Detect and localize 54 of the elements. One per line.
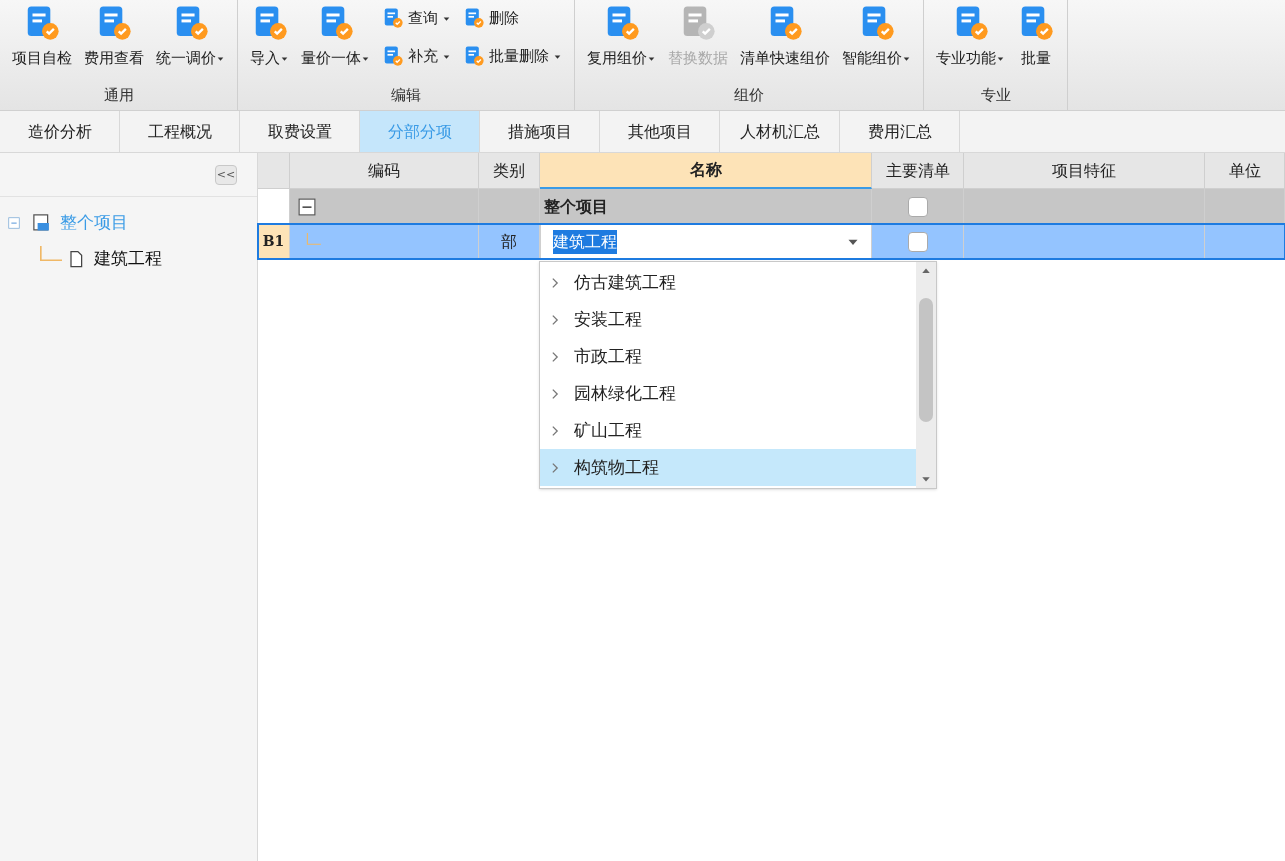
column-header[interactable]: 单位 [1205, 153, 1285, 189]
ribbon-button[interactable]: 项目自检 [8, 0, 76, 70]
ribbon-button[interactable]: 专业功能 [932, 0, 1009, 70]
dropdown-item[interactable]: 构筑物工程 [540, 449, 916, 486]
tab[interactable]: 其他项目 [600, 111, 720, 152]
ribbon-button[interactable]: 批量删除 [463, 42, 562, 70]
dropdown-item[interactable]: 安装工程 [540, 301, 916, 338]
column-header[interactable]: 名称 [540, 153, 872, 189]
ribbon-button[interactable]: 复用组价 [583, 0, 660, 70]
table-cell: 部 [479, 224, 540, 259]
ribbon-button[interactable]: 清单快速组价 [736, 0, 834, 70]
row-header[interactable]: B1 [258, 224, 290, 259]
tab[interactable]: 造价分析 [0, 111, 120, 152]
document-icon [463, 7, 485, 29]
tab[interactable]: 工程概况 [120, 111, 240, 152]
tab[interactable]: 人材机汇总 [720, 111, 840, 152]
document-icon [463, 45, 485, 67]
ribbon-button[interactable]: 批量 [1013, 0, 1059, 70]
ribbon-button[interactable]: 查询 [382, 4, 451, 32]
dropdown-item[interactable]: 仿古建筑工程 [540, 264, 916, 301]
ribbon-button[interactable]: 费用查看 [80, 0, 148, 70]
table-cell: 整个项目 [540, 189, 872, 224]
scrollbar[interactable] [916, 262, 936, 488]
group-label: 专业 [979, 84, 1012, 106]
collapse-icon [298, 197, 316, 216]
scroll-down-icon [920, 474, 932, 484]
project-icon [32, 213, 52, 233]
dropdown-item[interactable]: 矿山工程 [540, 412, 916, 449]
scroll-up-icon [920, 266, 932, 276]
ribbon-button[interactable]: 导入 [246, 0, 293, 70]
collapse-button[interactable]: << [215, 164, 237, 185]
name-combo-field[interactable]: 建筑工程 [540, 224, 872, 259]
checkbox[interactable] [907, 231, 928, 252]
column-header[interactable]: 编码 [290, 153, 479, 189]
document-icon [382, 45, 404, 67]
column-header[interactable]: 类别 [479, 153, 540, 189]
dropdown-item[interactable]: 园林绿化工程 [540, 375, 916, 412]
document-icon [382, 7, 404, 29]
group-label: 通用 [102, 84, 135, 106]
ribbon-button[interactable]: 量价一体 [297, 0, 374, 70]
group-label: 编辑 [390, 84, 422, 106]
checkbox[interactable] [907, 196, 928, 217]
dropdown-item[interactable]: 市政工程 [540, 338, 916, 375]
ribbon-button[interactable]: 统一调价 [152, 0, 229, 70]
column-header[interactable]: 主要清单 [872, 153, 964, 189]
tree-item[interactable]: 建筑工程 [94, 246, 162, 272]
ribbon-button[interactable]: 删除 [463, 4, 562, 32]
tree-line-icon [40, 245, 62, 261]
tab[interactable]: 措施项目 [480, 111, 600, 152]
ribbon-button[interactable]: 智能组价 [838, 0, 915, 70]
column-header[interactable]: 项目特征 [964, 153, 1205, 189]
ribbon-button[interactable]: 补充 [382, 42, 451, 70]
group-label: 组价 [733, 84, 765, 106]
tab[interactable]: 费用汇总 [840, 111, 960, 152]
